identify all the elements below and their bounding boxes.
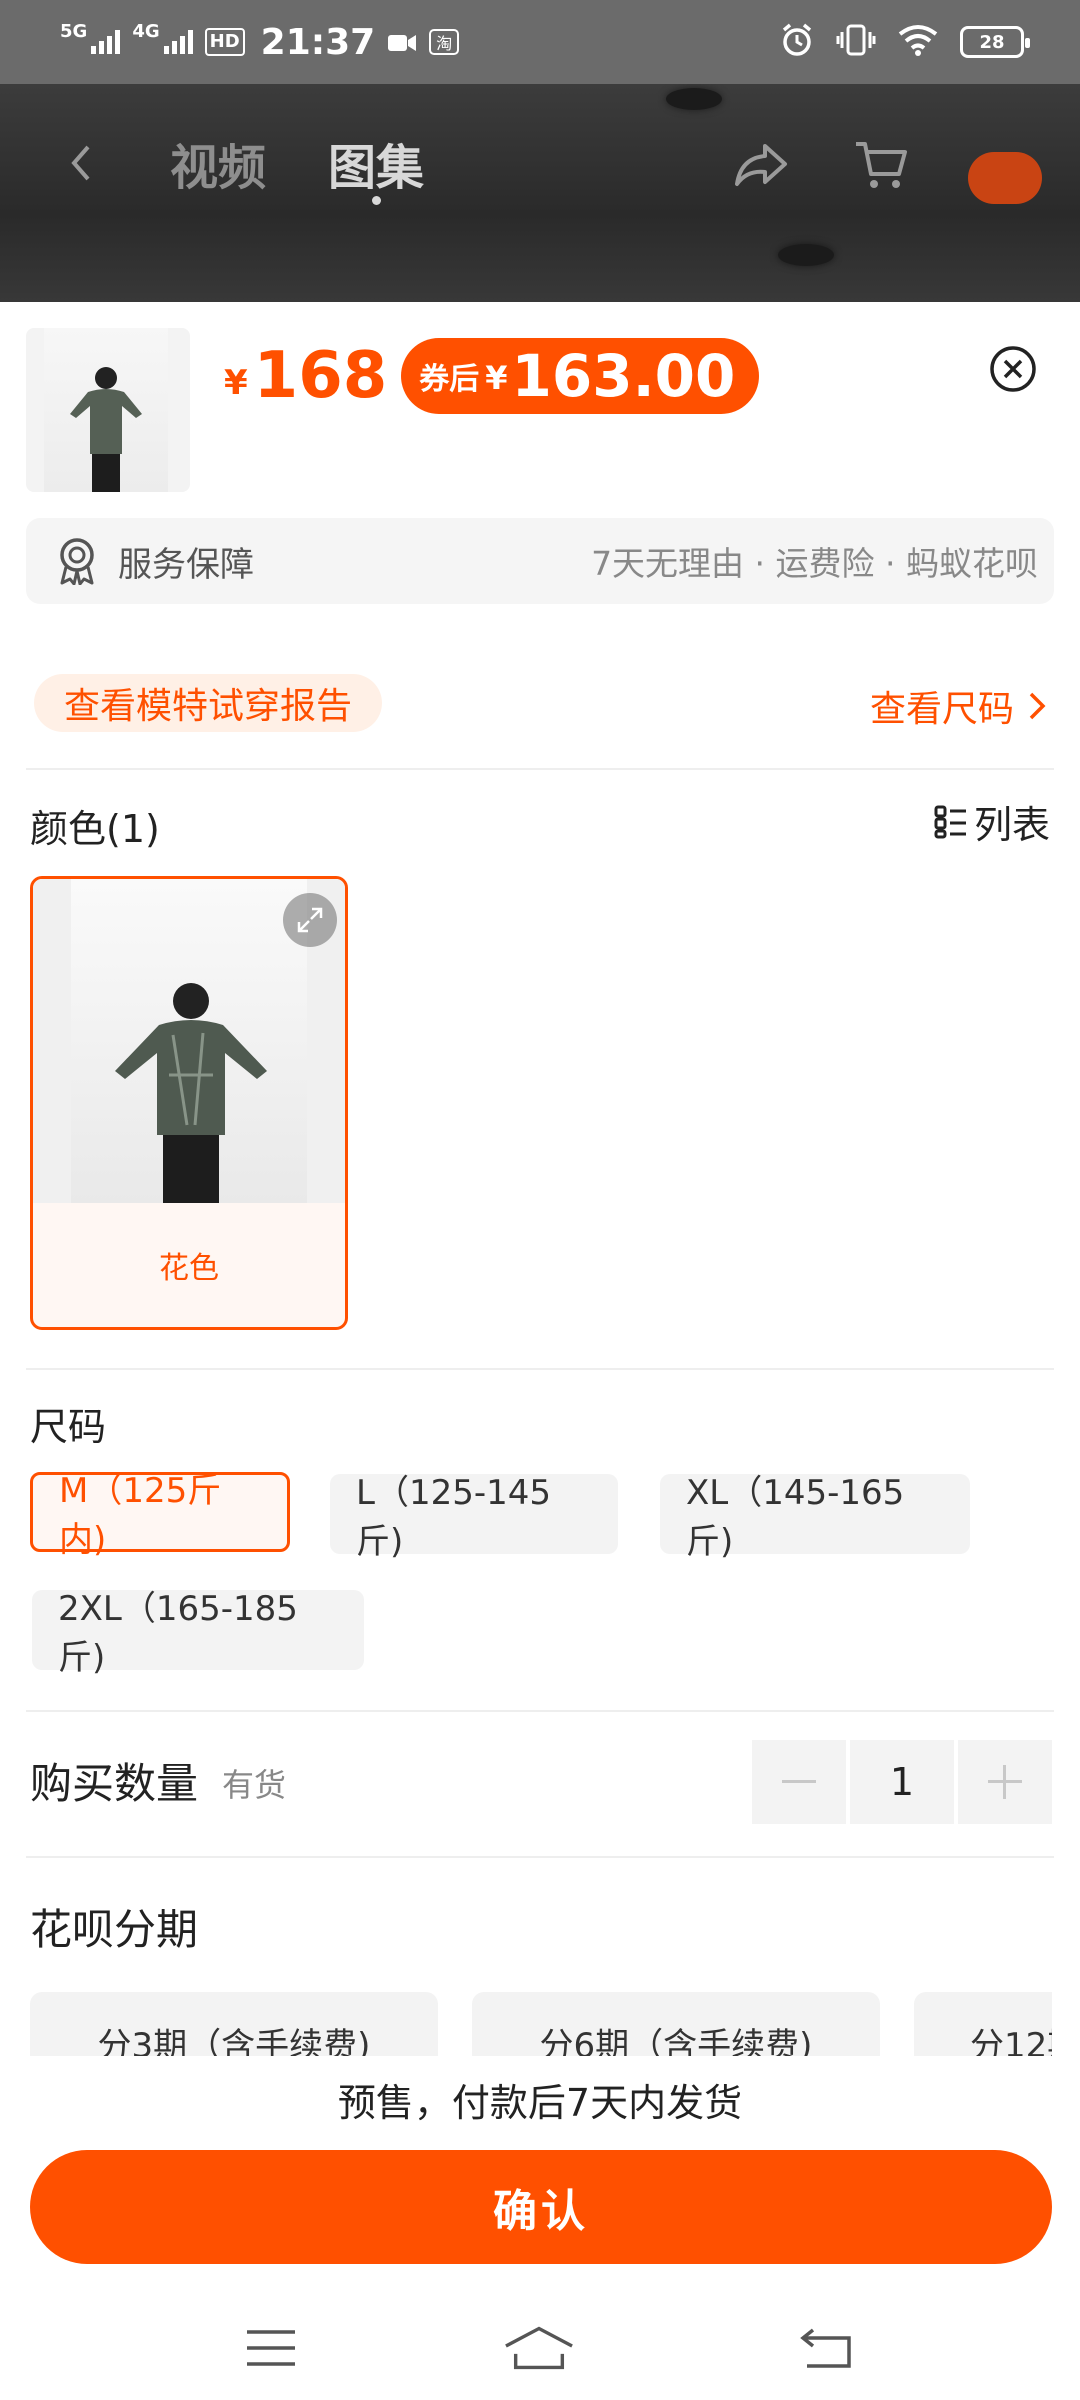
- price-row: ¥ 168 券后 ¥ 163.00: [224, 338, 760, 414]
- signal-icon-2: [163, 30, 193, 54]
- home-icon: [505, 2326, 573, 2370]
- size-option-xl[interactable]: XL（145-165斤): [660, 1473, 970, 1562]
- battery-icon: 28: [960, 26, 1030, 58]
- taobao-notification-icon: 淘: [429, 29, 460, 55]
- background-light: [778, 244, 834, 266]
- list-icon: [934, 805, 966, 838]
- size-option-2xl[interactable]: 2XL（165-185斤): [32, 1589, 364, 1678]
- divider: [26, 1710, 1054, 1712]
- color-option-card[interactable]: 花色: [30, 876, 348, 1330]
- model-report-label: 查看模特试穿报告: [64, 686, 353, 727]
- model-report-button[interactable]: 查看模特试穿报告: [34, 674, 383, 732]
- installment-option-6[interactable]: 分6期（含手续费): [472, 1992, 880, 2056]
- menu-key[interactable]: [236, 2318, 306, 2378]
- product-thumbnail[interactable]: [26, 328, 190, 492]
- model-photo-icon: [115, 983, 267, 1203]
- system-nav-bar: [0, 2300, 1080, 2400]
- menu-icon: [247, 2330, 295, 2366]
- sku-sheet: ¥ 168 券后 ¥ 163.00 服务保障 7天无理由 · 运费险 · 蚂蚁花…: [0, 302, 1080, 2400]
- confirm-label: 确认: [493, 2186, 589, 2237]
- original-price: 168: [253, 339, 388, 413]
- color-option-image: [33, 879, 345, 1203]
- back-arrow-icon: [800, 2328, 851, 2368]
- back-key[interactable]: [792, 2318, 862, 2378]
- increase-button[interactable]: [958, 1740, 1052, 1824]
- cart-icon: [856, 142, 907, 188]
- status-left: 5G 4G HD 21:37 淘: [60, 21, 460, 63]
- size-option-label: 2XL（165-185斤): [58, 1589, 298, 1678]
- alarm-icon: [780, 23, 814, 61]
- service-items: 7天无理由 · 运费险 · 蚂蚁花呗: [591, 544, 1038, 583]
- background-light: [666, 88, 722, 110]
- media-header: 视频 图集: [0, 84, 1080, 302]
- service-title: 服务保障: [118, 544, 254, 585]
- share-icon: [735, 144, 787, 186]
- signal-icon: [91, 30, 121, 54]
- tab-gallery[interactable]: 图集: [328, 128, 424, 198]
- home-key[interactable]: [504, 2318, 574, 2378]
- network-5g-label: 5G: [60, 21, 88, 42]
- size-option-label: L（125-145斤): [356, 1473, 552, 1562]
- installment-title: 花呗分期: [30, 1905, 199, 1954]
- active-tab-indicator: [372, 196, 381, 205]
- shop-avatar[interactable]: [968, 152, 1042, 204]
- status-right: 28: [780, 23, 1030, 61]
- vibrate-icon: [836, 23, 876, 61]
- decrease-button[interactable]: [752, 1740, 846, 1824]
- color-section-title: 颜色(1): [30, 807, 160, 851]
- status-bar: 5G 4G HD 21:37 淘 28: [0, 0, 1080, 84]
- confirm-button[interactable]: 确认: [30, 2150, 1052, 2264]
- installment-option-3[interactable]: 分3期（含手续费): [30, 1992, 438, 2056]
- coupon-price-badge: 券后 ¥ 163.00: [401, 338, 760, 414]
- quantity-stepper: 1: [752, 1740, 1052, 1824]
- size-option-l[interactable]: L（125-145斤): [330, 1473, 618, 1562]
- clock-time: 21:37: [260, 21, 376, 63]
- list-view-label: 列表: [973, 803, 1050, 847]
- expand-image-button[interactable]: [283, 893, 337, 947]
- close-icon: [990, 346, 1036, 392]
- coupon-price: 163.00: [511, 342, 736, 410]
- expand-icon: [297, 907, 323, 933]
- size-option-label: XL（145-165斤): [686, 1473, 905, 1562]
- plus-icon: [988, 1765, 1022, 1799]
- badge-icon: [60, 538, 94, 585]
- size-option-label: M（125斤内): [59, 1471, 222, 1560]
- divider: [26, 768, 1054, 770]
- wifi-icon: [898, 24, 938, 60]
- presale-note: 预售，付款后7天内发货: [337, 2081, 743, 2125]
- size-section-title: 尺码: [30, 1405, 107, 1449]
- cart-button[interactable]: [848, 132, 914, 198]
- coupon-label: 券后: [419, 362, 480, 397]
- divider: [26, 1856, 1054, 1858]
- coupon-currency: ¥: [485, 359, 508, 397]
- close-button[interactable]: [988, 344, 1038, 394]
- model-photo-icon: [70, 367, 142, 492]
- installment-options: 分3期（含手续费) 分6期（含手续费) 分12期: [30, 1992, 1052, 2056]
- quantity-label: 购买数量: [30, 1759, 199, 1808]
- video-record-icon: [387, 22, 417, 63]
- list-view-toggle[interactable]: 列表: [934, 794, 1050, 849]
- tab-video[interactable]: 视频: [170, 128, 266, 198]
- quantity-value[interactable]: 1: [850, 1740, 954, 1824]
- size-option-m[interactable]: M（125斤内): [30, 1471, 290, 1560]
- nav-row: 视频 图集: [0, 124, 1080, 204]
- stock-status: 有货: [222, 1766, 287, 1804]
- view-size-link[interactable]: 查看尺码: [870, 680, 1046, 732]
- installment-option-label: 分12期: [970, 2026, 1052, 2056]
- chevron-left-icon: [71, 145, 90, 181]
- divider: [26, 1368, 1054, 1370]
- installment-option-label: 分3期（含手续费): [97, 2026, 371, 2056]
- view-size-label: 查看尺码: [869, 689, 1014, 730]
- service-guarantee-bar[interactable]: 服务保障 7天无理由 · 运费险 · 蚂蚁花呗: [26, 518, 1054, 604]
- price-currency: ¥: [224, 363, 248, 403]
- minus-icon: [782, 1780, 816, 1783]
- color-option-name: 花色: [159, 1251, 219, 1286]
- installment-option-12[interactable]: 分12期: [914, 1992, 1052, 2056]
- hd-voice-icon: HD: [204, 28, 245, 56]
- chevron-right-icon: [1029, 692, 1046, 720]
- back-button[interactable]: [56, 138, 106, 188]
- network-4g-label: 4G: [132, 21, 160, 42]
- installment-option-label: 分6期（含手续费): [539, 2026, 813, 2056]
- share-button[interactable]: [728, 132, 794, 198]
